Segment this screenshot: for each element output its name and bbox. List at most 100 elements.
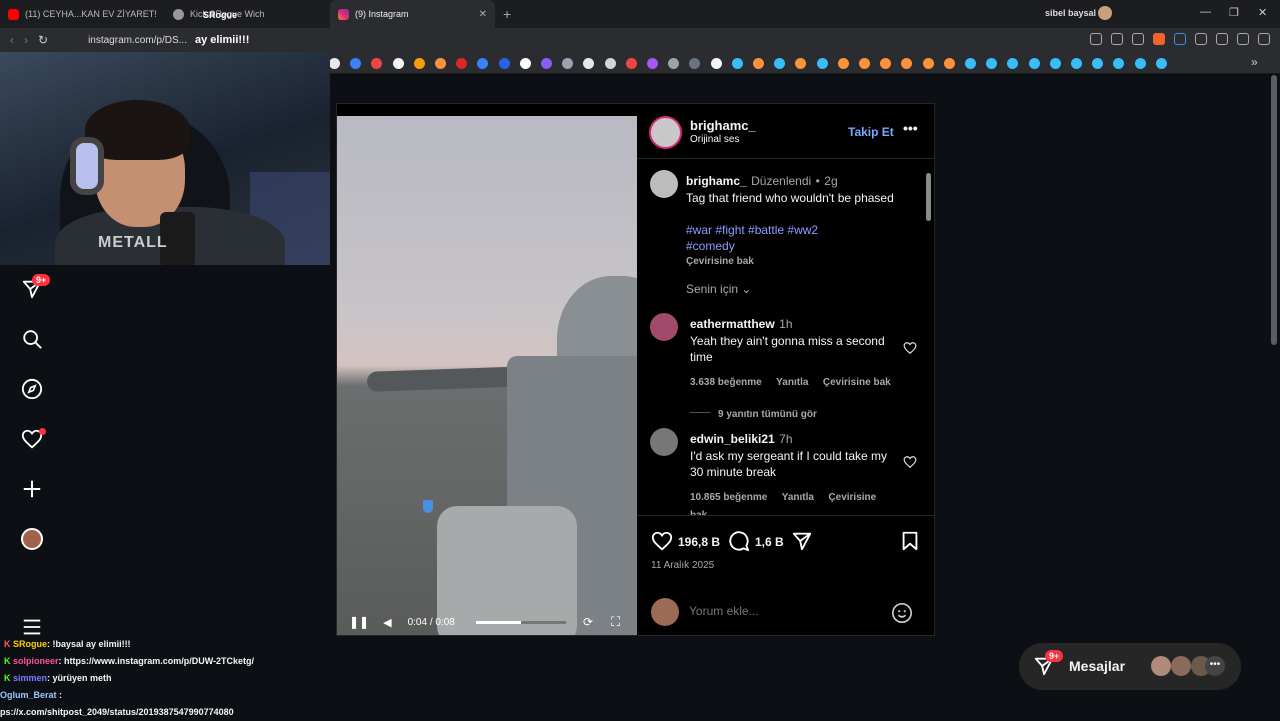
media-icon[interactable] bbox=[1237, 33, 1249, 45]
bookmark-icon[interactable] bbox=[1155, 58, 1167, 69]
follow-button[interactable]: Takip Et bbox=[848, 125, 894, 139]
caption-avatar[interactable] bbox=[650, 170, 678, 198]
comment-avatar[interactable] bbox=[650, 313, 678, 341]
reload-icon[interactable]: ↻ bbox=[38, 33, 48, 47]
bookmark-icon[interactable] bbox=[965, 58, 976, 69]
bookmark-icon[interactable] bbox=[456, 58, 468, 69]
profile-name[interactable]: sibel baysal bbox=[1045, 8, 1096, 18]
bookmark-icon[interactable] bbox=[329, 58, 340, 69]
bookmark-icon[interactable] bbox=[1028, 58, 1040, 69]
bookmark-icon[interactable] bbox=[731, 58, 743, 69]
comment-count[interactable]: 1,6 B bbox=[755, 535, 784, 549]
bookmark-icon[interactable] bbox=[1134, 58, 1146, 69]
bookmark-icon[interactable] bbox=[1007, 58, 1019, 69]
bookmark-icon[interactable] bbox=[519, 58, 531, 69]
author-name[interactable]: brighamc_ bbox=[690, 118, 756, 133]
bookmark-icon[interactable] bbox=[816, 58, 828, 69]
extension-icon[interactable] bbox=[1174, 33, 1186, 45]
sidebar-item-notifications[interactable] bbox=[18, 425, 46, 453]
sidebar-item-profile[interactable] bbox=[18, 525, 46, 553]
share-icon[interactable] bbox=[1132, 33, 1144, 45]
close-tab-icon[interactable]: ✕ bbox=[479, 9, 487, 20]
extensions-puzzle-icon[interactable] bbox=[1195, 33, 1207, 45]
translate-link[interactable]: Çevirisine bak bbox=[686, 256, 916, 267]
new-tab-button[interactable]: + bbox=[503, 6, 511, 22]
fullscreen-icon[interactable]: ⛶ bbox=[611, 614, 620, 630]
bookmark-icon[interactable] bbox=[901, 58, 913, 69]
brave-shield-icon[interactable] bbox=[1153, 33, 1165, 45]
bookmark-icon[interactable] bbox=[1092, 58, 1104, 69]
pause-icon[interactable]: ❚❚ bbox=[349, 615, 369, 629]
video-player[interactable]: ❚❚ ◀ 0:04 / 0:08 ⟳ ⛶ bbox=[337, 104, 637, 635]
messages-button[interactable]: 9+ Mesajlar ••• bbox=[1019, 643, 1241, 690]
sidebar-item-search[interactable] bbox=[18, 325, 46, 353]
minimize-icon[interactable]: — bbox=[1200, 6, 1211, 18]
bookmark-icon[interactable] bbox=[1113, 58, 1125, 69]
bookmarks-overflow-icon[interactable]: » bbox=[1251, 55, 1258, 69]
page-scrollbar[interactable] bbox=[1271, 75, 1277, 345]
bookmark-icon[interactable] bbox=[859, 58, 870, 69]
scrollbar-thumb[interactable] bbox=[926, 173, 931, 221]
like-count[interactable]: 3.638 beğenme bbox=[690, 377, 762, 388]
bookmark-icon[interactable] bbox=[668, 58, 680, 69]
sidebar-item-create[interactable] bbox=[18, 475, 46, 503]
tab-youtube[interactable]: (11) CEYHA...KAN EV ZİYARET! bbox=[0, 0, 165, 28]
bookmark-icon[interactable] bbox=[371, 58, 383, 69]
tab-kick[interactable]: Kick SRogue Wich bbox=[165, 0, 330, 28]
comments-list[interactable]: brighamc_ Düzenlendi • 2g Tag that frien… bbox=[637, 160, 935, 515]
maximize-icon[interactable]: ❐ bbox=[1229, 6, 1239, 19]
view-replies[interactable]: 9 yanıtın tümünü gör bbox=[690, 404, 895, 422]
bookmark-icon[interactable] bbox=[562, 58, 574, 69]
menu-icon[interactable] bbox=[1258, 33, 1270, 45]
comments-scrollbar[interactable] bbox=[925, 161, 933, 515]
reply-button[interactable]: Yanıtla bbox=[776, 377, 808, 388]
bookmark-icon[interactable] bbox=[647, 58, 658, 69]
bookmark-icon[interactable] bbox=[1071, 58, 1082, 69]
caption-username[interactable]: brighamc_ bbox=[686, 174, 747, 188]
bookmark-icon[interactable] bbox=[986, 58, 998, 69]
comment-avatar[interactable] bbox=[650, 428, 678, 456]
like-icon[interactable] bbox=[651, 530, 673, 552]
bookmark-icon[interactable] bbox=[943, 58, 955, 69]
sidebar-item-explore[interactable] bbox=[18, 375, 46, 403]
bookmark-icon[interactable] bbox=[498, 58, 510, 69]
bookmark-icon[interactable] bbox=[710, 58, 722, 69]
bookmark-icon[interactable] bbox=[435, 58, 446, 69]
bookmark-icon[interactable] bbox=[583, 58, 595, 69]
forward-icon[interactable]: › bbox=[24, 33, 28, 47]
bookmark-icon[interactable] bbox=[1049, 58, 1061, 69]
comment-username[interactable]: edwin_beliki21 bbox=[690, 432, 775, 446]
bookmark-icon[interactable] bbox=[625, 58, 637, 69]
bookmark-icon[interactable] bbox=[922, 58, 934, 69]
bookmark-icon[interactable] bbox=[753, 58, 764, 69]
cast-icon[interactable] bbox=[1111, 33, 1123, 45]
bookmark-icon[interactable] bbox=[477, 58, 489, 69]
reply-button[interactable]: Yanıtla bbox=[782, 492, 814, 503]
close-window-icon[interactable]: ✕ bbox=[1258, 6, 1267, 19]
comment-username[interactable]: eathermatthew bbox=[690, 317, 775, 331]
audio-label[interactable]: Orijinal ses bbox=[690, 134, 739, 145]
like-count[interactable]: 10.865 beğenme bbox=[690, 492, 767, 503]
sort-dropdown[interactable]: Senin için ⌄ bbox=[686, 282, 751, 296]
author-avatar[interactable] bbox=[649, 116, 682, 149]
like-count[interactable]: 196,8 B bbox=[678, 535, 720, 549]
translate-link[interactable]: Çevirisine bak bbox=[823, 377, 891, 388]
address-bar[interactable]: instagram.com/p/DS... bbox=[88, 35, 187, 46]
emoji-icon[interactable] bbox=[891, 602, 913, 624]
share-icon[interactable] bbox=[791, 530, 813, 552]
bookmark-icon[interactable] bbox=[350, 58, 362, 69]
like-comment-icon[interactable] bbox=[903, 341, 917, 355]
profile-avatar[interactable] bbox=[1098, 6, 1112, 20]
bookmark-icon[interactable] bbox=[413, 58, 425, 69]
bookmark-icon[interactable] bbox=[899, 530, 921, 552]
bookmark-icon[interactable] bbox=[689, 58, 701, 69]
pip-icon[interactable]: ⟳ bbox=[583, 615, 593, 629]
hashtags[interactable]: #war #fight #battle #ww2 #comedy bbox=[686, 222, 836, 254]
video-progress-bar[interactable] bbox=[476, 621, 566, 624]
bookmark-icon[interactable] bbox=[774, 58, 786, 69]
back-icon[interactable]: ‹ bbox=[10, 33, 14, 47]
bookmark-icon[interactable] bbox=[541, 58, 552, 69]
tab-instagram[interactable]: (9) Instagram ✕ bbox=[330, 0, 495, 28]
sidebar-toggle-icon[interactable] bbox=[1216, 33, 1228, 45]
like-comment-icon[interactable] bbox=[903, 455, 917, 469]
